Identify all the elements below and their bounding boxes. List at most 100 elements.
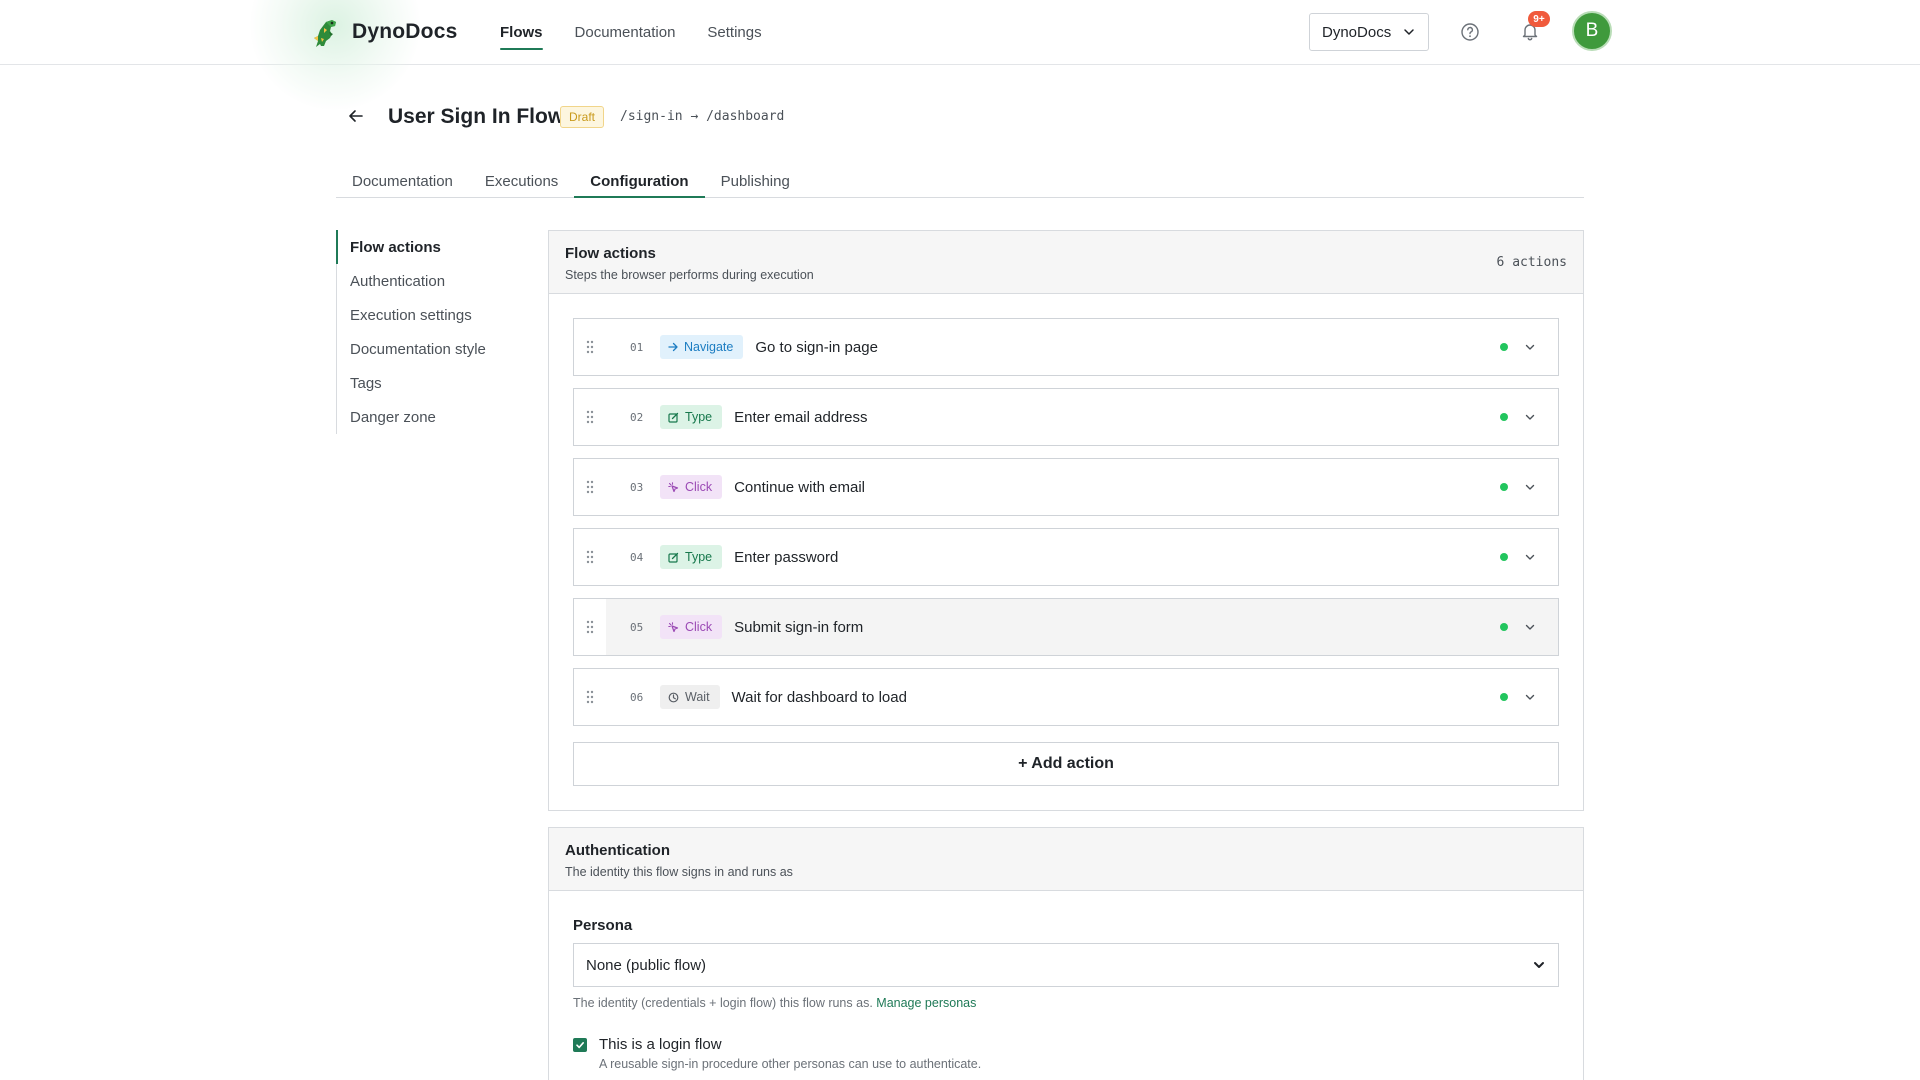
chevron-down-icon — [1525, 694, 1535, 700]
chevron-down-icon — [1404, 29, 1414, 35]
sidenav-item-danger-zone[interactable]: Danger zone — [337, 400, 516, 434]
pointer-icon — [668, 481, 679, 492]
workspace-select[interactable]: DynoDocs — [1309, 13, 1429, 51]
action-label: Enter email address — [734, 408, 868, 426]
drag-handle[interactable] — [574, 529, 606, 585]
step-number: 04 — [630, 550, 644, 564]
flow-route: /sign-in → /dashboard — [620, 109, 785, 124]
login-flow-option: This is a login flow A reusable sign-in … — [573, 1036, 981, 1071]
action-type-badge: Click — [660, 615, 723, 639]
persona-help: The identity (credentials + login flow) … — [573, 996, 977, 1010]
help-button[interactable] — [1456, 18, 1484, 46]
action-row[interactable]: 06 Wait Wait for dashboard to load — [573, 668, 1559, 726]
action-count: 6 actions — [1496, 255, 1567, 270]
expand-button[interactable] — [1522, 689, 1538, 705]
nav-item-flows[interactable]: Flows — [500, 0, 543, 64]
chevron-down-icon — [1525, 484, 1535, 490]
expand-button[interactable] — [1522, 549, 1538, 565]
back-button[interactable] — [344, 104, 368, 128]
notification-badge: 9+ — [1528, 11, 1550, 27]
drag-handle[interactable] — [574, 389, 606, 445]
drag-handle[interactable] — [574, 459, 606, 515]
expand-button[interactable] — [1522, 619, 1538, 635]
step-number: 01 — [630, 340, 644, 354]
panel-subtitle: Steps the browser performs during execut… — [565, 268, 814, 282]
action-row[interactable]: 02 Type Enter email address — [573, 388, 1559, 446]
grip-icon — [586, 480, 594, 494]
main-nav: Flows Documentation Settings — [500, 0, 762, 64]
pointer-icon — [668, 621, 679, 632]
action-type-badge: Type — [660, 545, 723, 569]
login-flow-checkbox[interactable] — [573, 1038, 587, 1052]
nav-item-settings[interactable]: Settings — [707, 0, 761, 64]
page-tabs: Documentation Executions Configuration P… — [336, 165, 1584, 198]
expand-button[interactable] — [1522, 339, 1538, 355]
expand-button[interactable] — [1522, 409, 1538, 425]
action-row[interactable]: 05 Click Submit sign-in form — [573, 598, 1559, 656]
action-row[interactable]: 01 Navigate Go to sign-in page — [573, 318, 1559, 376]
grip-icon — [586, 410, 594, 424]
brand[interactable]: DynoDocs — [306, 14, 457, 50]
action-type-badge: Type — [660, 405, 723, 429]
workspace-name: DynoDocs — [1322, 23, 1392, 41]
action-type-badge: Navigate — [660, 335, 744, 359]
status-dot — [1500, 343, 1508, 351]
flow-actions-header: Flow actions Steps the browser performs … — [549, 231, 1583, 294]
edit-icon — [668, 552, 679, 563]
brand-name: DynoDocs — [352, 20, 458, 43]
expand-button[interactable] — [1522, 479, 1538, 495]
status-dot — [1500, 553, 1508, 561]
action-label: Wait for dashboard to load — [731, 688, 907, 706]
check-icon — [576, 1042, 584, 1049]
persona-select[interactable]: None (public flow) — [573, 943, 1559, 987]
panel-title: Flow actions — [565, 245, 656, 262]
flow-actions-panel: Flow actions Steps the browser performs … — [548, 230, 1584, 811]
sidenav-item-execution-settings[interactable]: Execution settings — [337, 298, 516, 332]
status-dot — [1500, 413, 1508, 421]
drag-handle[interactable] — [574, 599, 606, 655]
sidenav-item-authentication[interactable]: Authentication — [337, 264, 516, 298]
panel-title: Authentication — [565, 842, 670, 859]
add-action-button[interactable]: + Add action — [573, 742, 1559, 786]
step-number: 06 — [630, 690, 644, 704]
nav-item-documentation[interactable]: Documentation — [575, 0, 676, 64]
manage-personas-link[interactable]: Manage personas — [876, 996, 976, 1010]
clock-icon — [668, 692, 679, 702]
step-number: 02 — [630, 410, 644, 424]
login-flow-help: A reusable sign-in procedure other perso… — [599, 1057, 982, 1071]
tab-publishing[interactable]: Publishing — [705, 165, 806, 197]
action-label: Submit sign-in form — [734, 618, 864, 636]
chevron-down-icon — [1534, 962, 1544, 968]
action-label: Enter password — [734, 548, 839, 566]
action-label: Continue with email — [734, 478, 865, 496]
arrow-left-icon — [349, 110, 363, 122]
grip-icon — [586, 340, 594, 354]
chevron-down-icon — [1525, 554, 1535, 560]
tab-documentation[interactable]: Documentation — [336, 165, 469, 197]
status-badge: Draft — [560, 106, 605, 128]
status-dot — [1500, 623, 1508, 631]
sidenav-item-documentation-style[interactable]: Documentation style — [337, 332, 516, 366]
chevron-down-icon — [1525, 414, 1535, 420]
action-label: Go to sign-in page — [755, 338, 878, 356]
arrow-right-icon — [668, 342, 678, 352]
grip-icon — [586, 620, 594, 634]
tab-configuration[interactable]: Configuration — [574, 165, 705, 198]
grip-icon — [586, 550, 594, 564]
action-type-badge: Wait — [660, 685, 720, 709]
authentication-panel: Authentication The identity this flow si… — [548, 827, 1584, 1080]
config-sidenav: Flow actions Authentication Execution se… — [336, 230, 516, 434]
sidenav-item-tags[interactable]: Tags — [337, 366, 516, 400]
chevron-down-icon — [1525, 624, 1535, 630]
drag-handle[interactable] — [574, 319, 606, 375]
action-row[interactable]: 03 Click Continue with email — [573, 458, 1559, 516]
avatar[interactable]: B — [1572, 11, 1612, 51]
drag-handle[interactable] — [574, 669, 606, 725]
sidenav-item-flow-actions[interactable]: Flow actions — [336, 230, 516, 264]
authentication-header: Authentication The identity this flow si… — [549, 828, 1583, 891]
persona-value: None (public flow) — [586, 956, 707, 974]
tab-executions[interactable]: Executions — [469, 165, 574, 197]
persona-label: Persona — [573, 917, 633, 934]
action-row[interactable]: 04 Type Enter password — [573, 528, 1559, 586]
login-flow-label: This is a login flow — [599, 1036, 722, 1053]
